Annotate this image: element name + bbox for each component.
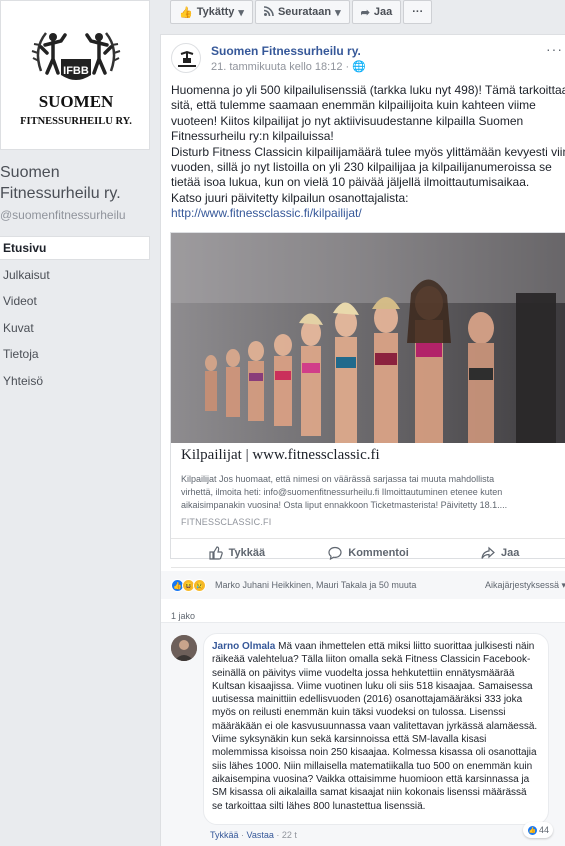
- post-card: Suomen Fitnessurheilu ry. 21. tammikuuta…: [160, 34, 565, 846]
- share-arrow-icon: [481, 546, 495, 559]
- reactions-row: 👍 😆 😢 Marko Juhani Heikkinen, Mauri Taka…: [161, 571, 565, 599]
- comment-label: Kommentoi: [348, 547, 409, 559]
- liked-label: Tykätty: [196, 6, 235, 18]
- link-preview-domain: FITNESSCLASSIC.FI: [181, 517, 272, 527]
- comment-bubble: Jarno Olmala Mä vaan ihmettelen että mik…: [203, 633, 549, 825]
- left-column: IFBB SUOMEN FITNESSURHEILU RY. Suomen Fi…: [0, 0, 158, 846]
- chevron-down-icon: ▾: [335, 6, 341, 19]
- like-label: Tykkää: [228, 547, 266, 559]
- comment-sort-dropdown[interactable]: Aikajärjestyksessä ▾: [485, 580, 565, 591]
- nav-item-videot[interactable]: Videot: [0, 289, 150, 316]
- logo-line1: SUOMEN: [39, 92, 114, 111]
- nav-item-julkaisut[interactable]: Julkaisut: [0, 263, 150, 290]
- link-desc-line: aikaisimpanakin vuosina! Osta liput enna…: [181, 500, 508, 511]
- like-button[interactable]: Tykkää: [171, 539, 303, 567]
- link-preview-description: Kilpailijat Jos huomaat, että nimesi on …: [181, 473, 561, 513]
- comment-reply-link[interactable]: Vastaa: [247, 830, 274, 840]
- comment-text: Mä vaan ihmettelen että miksi liitto suo…: [212, 641, 538, 812]
- more-icon: ···: [412, 6, 424, 18]
- share-page-label: Jaa: [373, 6, 393, 18]
- post-text-line: Huomenna jo yli 500 kilpailulisenssiä (t…: [171, 83, 565, 97]
- nav-item-yhteiso[interactable]: Yhteisö: [0, 369, 150, 396]
- ifbb-logo: IFBB SUOMEN FITNESSURHEILU RY.: [20, 32, 132, 127]
- link-preview-card[interactable]: Kilpailijat | www.fitnessclassic.fi Kilp…: [170, 232, 565, 559]
- liked-button[interactable]: 👍 Tykätty ▾: [170, 0, 253, 24]
- share-label: Jaa: [501, 547, 520, 559]
- link-desc-line: Kilpailijat Jos huomaat, että nimesi on …: [181, 474, 495, 484]
- comment-like-count[interactable]: 👍 44: [523, 822, 554, 838]
- post-text-line: tietää isoa lukua, kun on vielä 10 päivä…: [171, 175, 530, 190]
- logo-line2: FITNESSURHEILU RY.: [20, 116, 132, 127]
- logo-ifbb-text: IFBB: [63, 65, 89, 77]
- thumbs-up-icon: 👍: [179, 6, 193, 19]
- post-time-text: 21. tammikuuta kello 18:12 ·: [211, 61, 353, 73]
- reaction-names[interactable]: Marko Juhani Heikkinen, Mauri Takala ja …: [215, 580, 416, 590]
- link-preview-image[interactable]: [171, 233, 565, 443]
- post-text-line: Fitnessurheilu ry:n kilpailuissa!: [171, 129, 334, 144]
- post-link[interactable]: http://www.fitnessclassic.fi/kilpailijat…: [171, 206, 362, 220]
- post-text-line: sitä, että tulemme saamaan enemmän kilpa…: [171, 98, 536, 113]
- rss-icon: [263, 5, 274, 19]
- comment-button[interactable]: Kommentoi: [303, 539, 435, 567]
- reaction-icons[interactable]: 👍 😆 😢: [171, 579, 206, 592]
- share-arrow-icon: ➦: [360, 6, 370, 19]
- page-profile-picture[interactable]: IFBB SUOMEN FITNESSURHEILU RY.: [0, 0, 150, 150]
- like-reaction-icon: 👍: [527, 824, 538, 836]
- more-options-button[interactable]: ···: [403, 0, 433, 24]
- nav-item-tietoja[interactable]: Tietoja: [0, 342, 150, 369]
- sad-reaction-icon: 😢: [193, 579, 206, 592]
- link-desc-line: virhettä, ilmoita heti: info@suomenfitne…: [181, 487, 503, 498]
- author-avatar[interactable]: [171, 43, 201, 73]
- page-action-bar: 👍 Tykätty ▾ Seurataan ▾ ➦ Jaa ···: [170, 0, 433, 24]
- left-nav: Etusivu Julkaisut Videot Kuvat Tietoja Y…: [0, 236, 150, 395]
- share-page-button[interactable]: ➦ Jaa: [351, 0, 402, 24]
- comment-like-number: 44: [539, 825, 550, 835]
- page-name[interactable]: Suomen Fitnessurheilu ry.: [0, 162, 156, 204]
- post-text-line: Katso juuri päivitetty kilpailun osanott…: [171, 190, 409, 205]
- post-text-line: Disturb Fitness Classicin kilpailijamäär…: [171, 144, 565, 159]
- share-count[interactable]: 1 jako: [171, 611, 195, 621]
- post-text-line: vuoden, sillä jo nyt listoilla on yli 23…: [171, 160, 552, 175]
- commenter-name[interactable]: Jarno Olmala: [212, 641, 275, 652]
- page-handle[interactable]: @suomenfitnessurheilu: [0, 208, 126, 222]
- share-button[interactable]: Jaa: [434, 539, 565, 567]
- globe-icon: 🌐: [352, 61, 366, 73]
- post-author-name[interactable]: Suomen Fitnessurheilu ry.: [211, 44, 361, 58]
- nav-item-kuvat[interactable]: Kuvat: [0, 316, 150, 343]
- thumbs-up-icon: [208, 546, 223, 560]
- post-text-line: vuoteen! Kiitos kilpailijat jo nyt aktii…: [171, 113, 524, 128]
- chevron-down-icon: ▾: [238, 6, 244, 19]
- post-header: Suomen Fitnessurheilu ry. 21. tammikuuta…: [171, 41, 563, 75]
- post-action-row: Tykkää Kommentoi Jaa: [171, 538, 565, 568]
- nav-item-etusivu[interactable]: Etusivu: [0, 236, 150, 260]
- post-timestamp[interactable]: 21. tammikuuta kello 18:12 · 🌐: [211, 60, 366, 73]
- comment-meta: Tykkää · Vastaa · 22 t: [210, 830, 297, 840]
- post-text: Huomenna jo yli 500 kilpailulisenssiä (t…: [171, 83, 565, 222]
- comment-like-link[interactable]: Tykkää: [210, 830, 239, 840]
- comment-icon: [328, 546, 342, 560]
- link-preview-title[interactable]: Kilpailijat | www.fitnessclassic.fi: [181, 447, 380, 464]
- commenter-avatar[interactable]: [171, 635, 197, 661]
- following-label: Seurataan: [277, 6, 332, 18]
- following-button[interactable]: Seurataan ▾: [254, 0, 350, 24]
- post-options-button[interactable]: ···: [546, 41, 563, 57]
- comment-time[interactable]: 22 t: [282, 830, 297, 840]
